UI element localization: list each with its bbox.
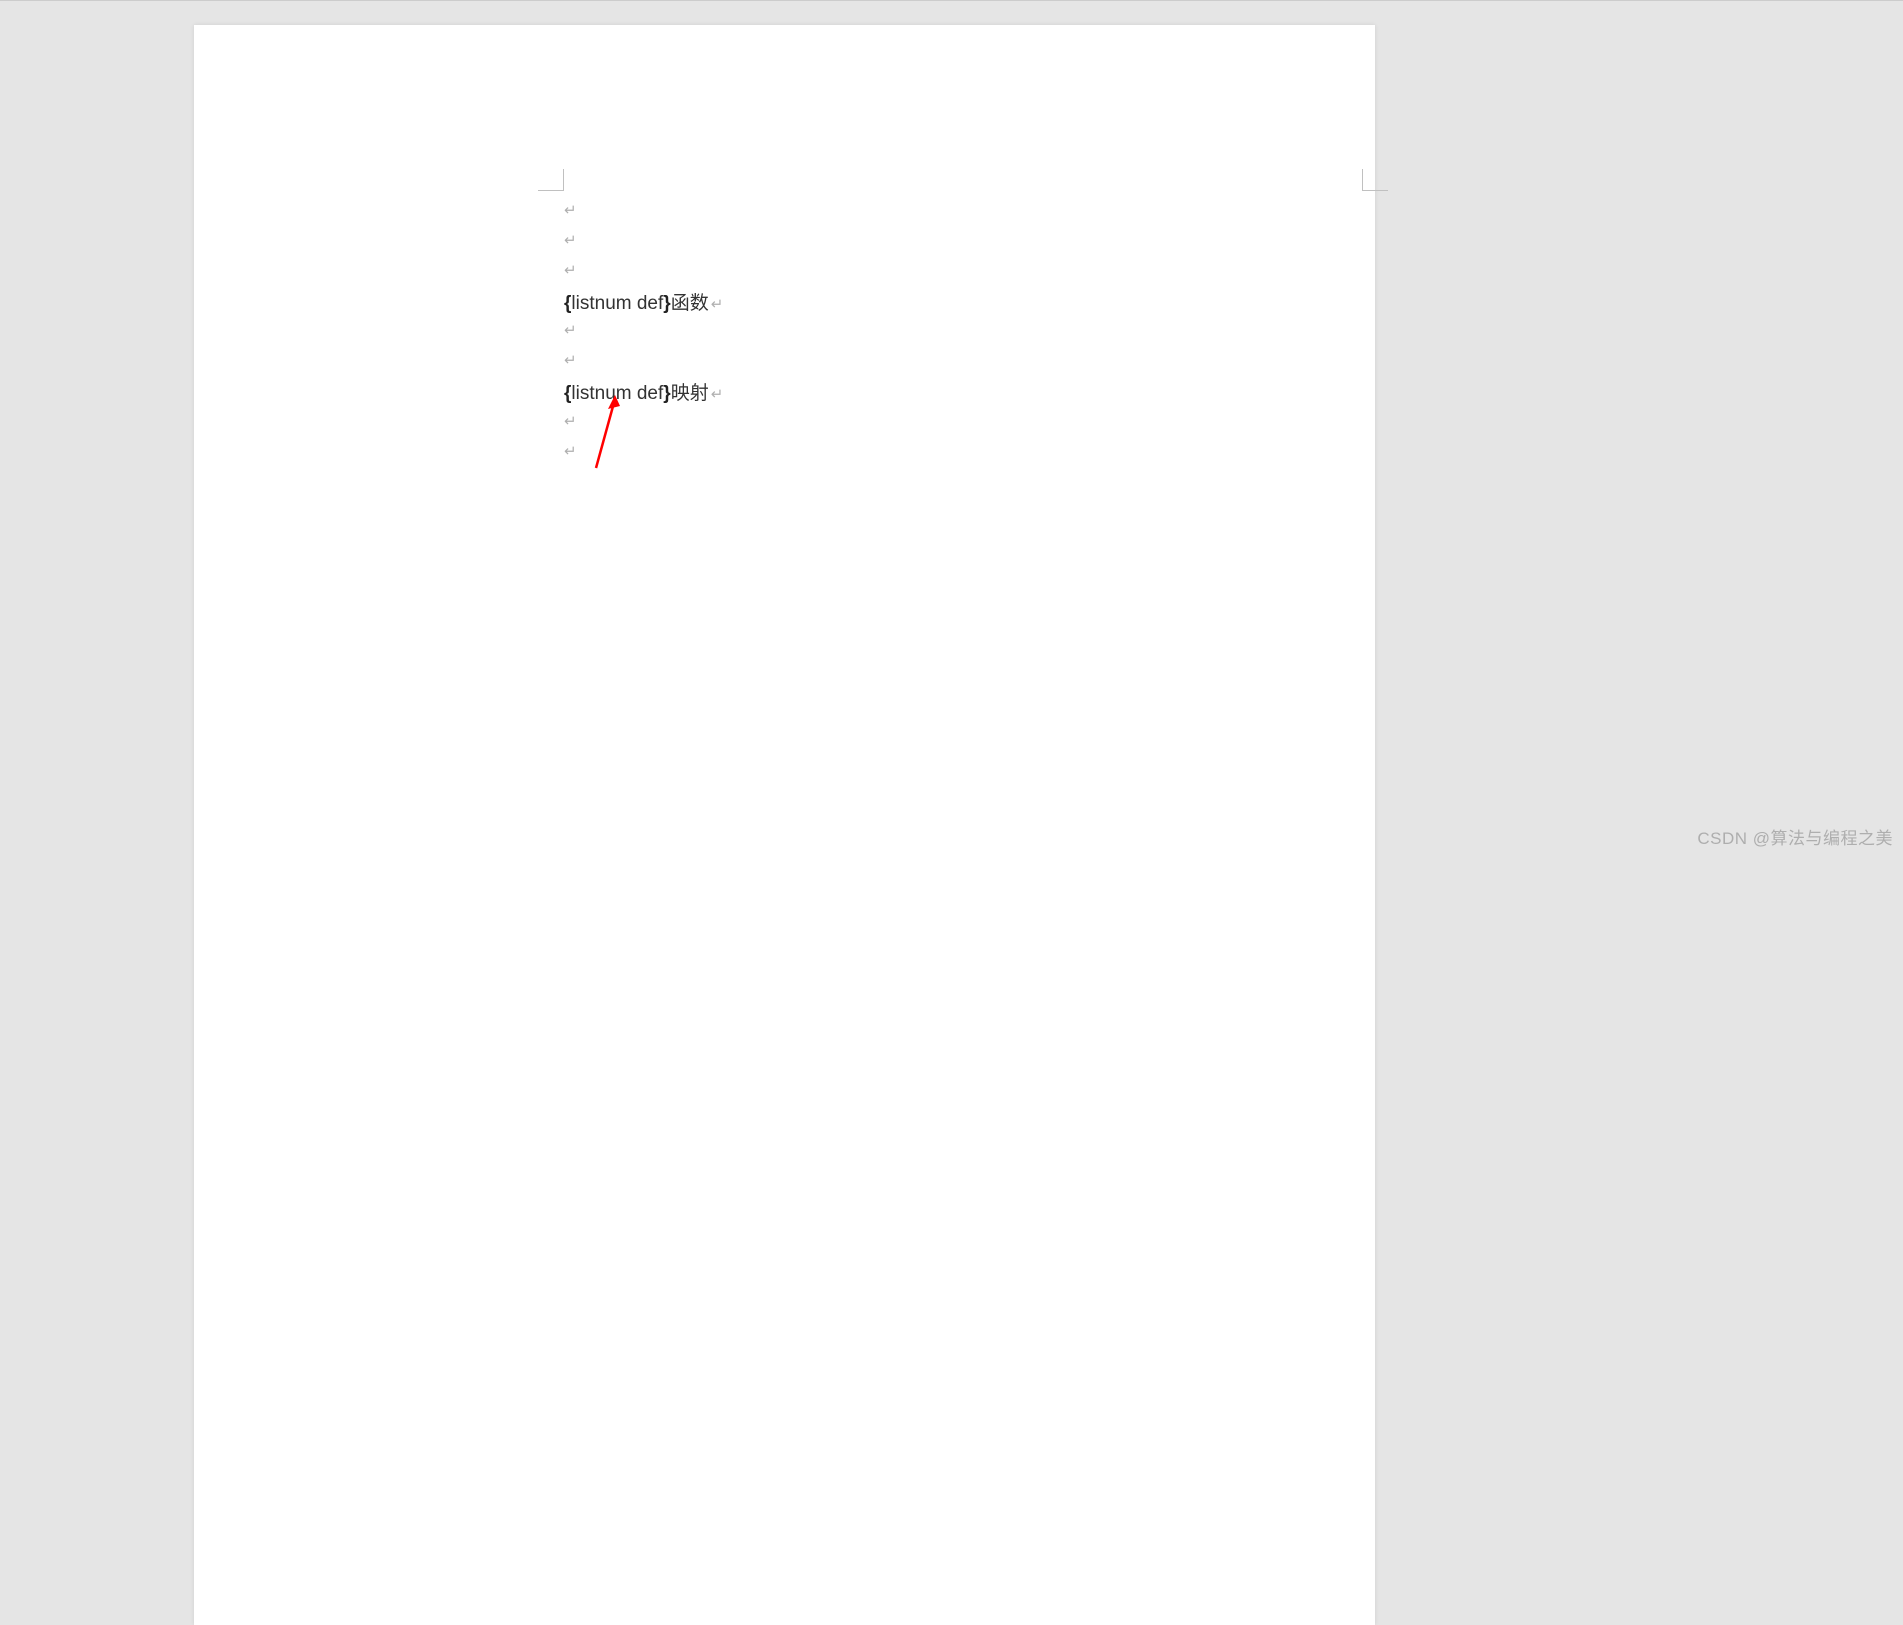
watermark-text: CSDN @算法与编程之美 xyxy=(1697,824,1893,849)
paragraph-text[interactable]: 函数 xyxy=(671,289,709,319)
field-code-line[interactable]: { listnum def } 映射 ↵ xyxy=(564,379,723,409)
margin-corner-top-left xyxy=(538,169,564,191)
paragraph-empty[interactable]: ↵ xyxy=(564,229,723,259)
paragraph-mark-icon: ↵ xyxy=(564,410,577,434)
paragraph-mark-icon: ↵ xyxy=(711,293,724,317)
document-page[interactable]: ↵ ↵ ↵ { listnum def } 函数 ↵ ↵ ↵ { listnum… xyxy=(194,25,1375,1625)
field-brace-close: } xyxy=(663,379,670,409)
paragraph-mark-icon: ↵ xyxy=(564,259,577,283)
paragraph-empty[interactable]: ↵ xyxy=(564,199,723,229)
paragraph-mark-icon: ↵ xyxy=(564,229,577,253)
field-code-text[interactable]: listnum def xyxy=(571,289,663,319)
paragraph-mark-icon: ↵ xyxy=(564,440,577,464)
document-content[interactable]: ↵ ↵ ↵ { listnum def } 函数 ↵ ↵ ↵ { listnum… xyxy=(564,199,723,470)
paragraph-empty[interactable]: ↵ xyxy=(564,349,723,379)
paragraph-empty[interactable]: ↵ xyxy=(564,440,723,470)
paragraph-empty[interactable]: ↵ xyxy=(564,259,723,289)
field-brace-open: { xyxy=(564,379,571,409)
margin-corner-top-right xyxy=(1362,169,1388,191)
paragraph-mark-icon: ↵ xyxy=(564,349,577,373)
paragraph-empty[interactable]: ↵ xyxy=(564,319,723,349)
paragraph-text[interactable]: 映射 xyxy=(671,379,709,409)
paragraph-empty[interactable]: ↵ xyxy=(564,410,723,440)
paragraph-mark-icon: ↵ xyxy=(564,319,577,343)
field-code-text[interactable]: listnum def xyxy=(571,379,663,409)
field-brace-open: { xyxy=(564,289,571,319)
field-code-line[interactable]: { listnum def } 函数 ↵ xyxy=(564,289,723,319)
paragraph-mark-icon: ↵ xyxy=(564,199,577,223)
paragraph-mark-icon: ↵ xyxy=(711,383,724,407)
field-brace-close: } xyxy=(663,289,670,319)
